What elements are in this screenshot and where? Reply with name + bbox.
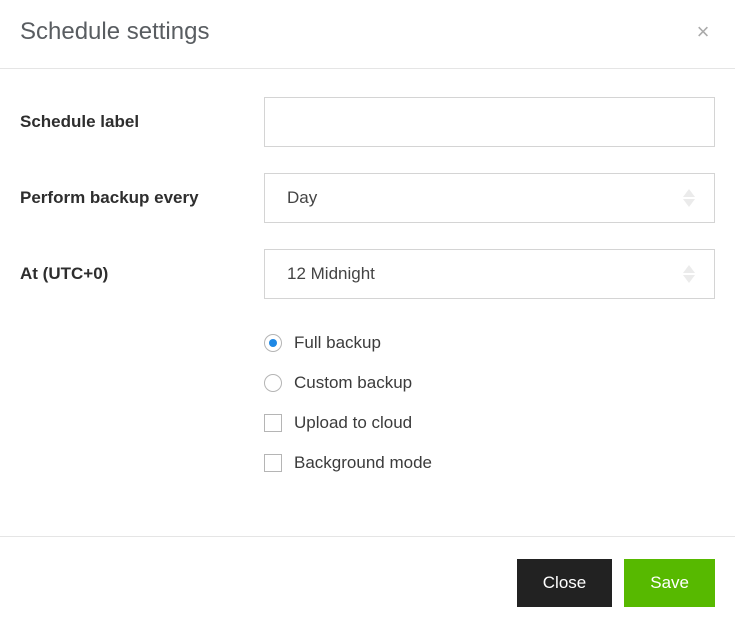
radio-icon — [264, 334, 282, 352]
checkbox-upload-cloud[interactable]: Upload to cloud — [264, 413, 715, 433]
checkbox-background-mode[interactable]: Background mode — [264, 453, 715, 473]
label-time: At (UTC+0) — [20, 264, 264, 284]
modal-footer: Close Save — [0, 536, 735, 629]
sort-icon — [682, 186, 696, 210]
radio-custom-backup[interactable]: Custom backup — [264, 373, 715, 393]
frequency-value: Day — [287, 188, 317, 208]
radio-label: Custom backup — [294, 373, 412, 393]
schedule-label-input[interactable] — [264, 97, 715, 147]
checkbox-icon — [264, 414, 282, 432]
checkbox-label: Upload to cloud — [294, 413, 412, 433]
radio-label: Full backup — [294, 333, 381, 353]
close-icon[interactable]: × — [691, 21, 715, 43]
label-schedule-label: Schedule label — [20, 112, 264, 132]
modal-header: Schedule settings × — [0, 0, 735, 69]
modal-title: Schedule settings — [20, 18, 209, 46]
row-frequency: Perform backup every Day — [20, 173, 715, 223]
close-button[interactable]: Close — [517, 559, 612, 607]
time-select[interactable]: 12 Midnight — [264, 249, 715, 299]
schedule-settings-modal: Schedule settings × Schedule label Perfo… — [0, 0, 735, 629]
modal-body: Schedule label Perform backup every Day … — [0, 69, 735, 536]
frequency-select[interactable]: Day — [264, 173, 715, 223]
save-button[interactable]: Save — [624, 559, 715, 607]
options-column: Full backup Custom backup Upload to clou… — [264, 325, 715, 473]
radio-icon — [264, 374, 282, 392]
label-frequency: Perform backup every — [20, 188, 264, 208]
row-schedule-label: Schedule label — [20, 97, 715, 147]
sort-icon — [682, 262, 696, 286]
row-time: At (UTC+0) 12 Midnight — [20, 249, 715, 299]
time-value: 12 Midnight — [287, 264, 375, 284]
checkbox-label: Background mode — [294, 453, 432, 473]
radio-full-backup[interactable]: Full backup — [264, 333, 715, 353]
checkbox-icon — [264, 454, 282, 472]
